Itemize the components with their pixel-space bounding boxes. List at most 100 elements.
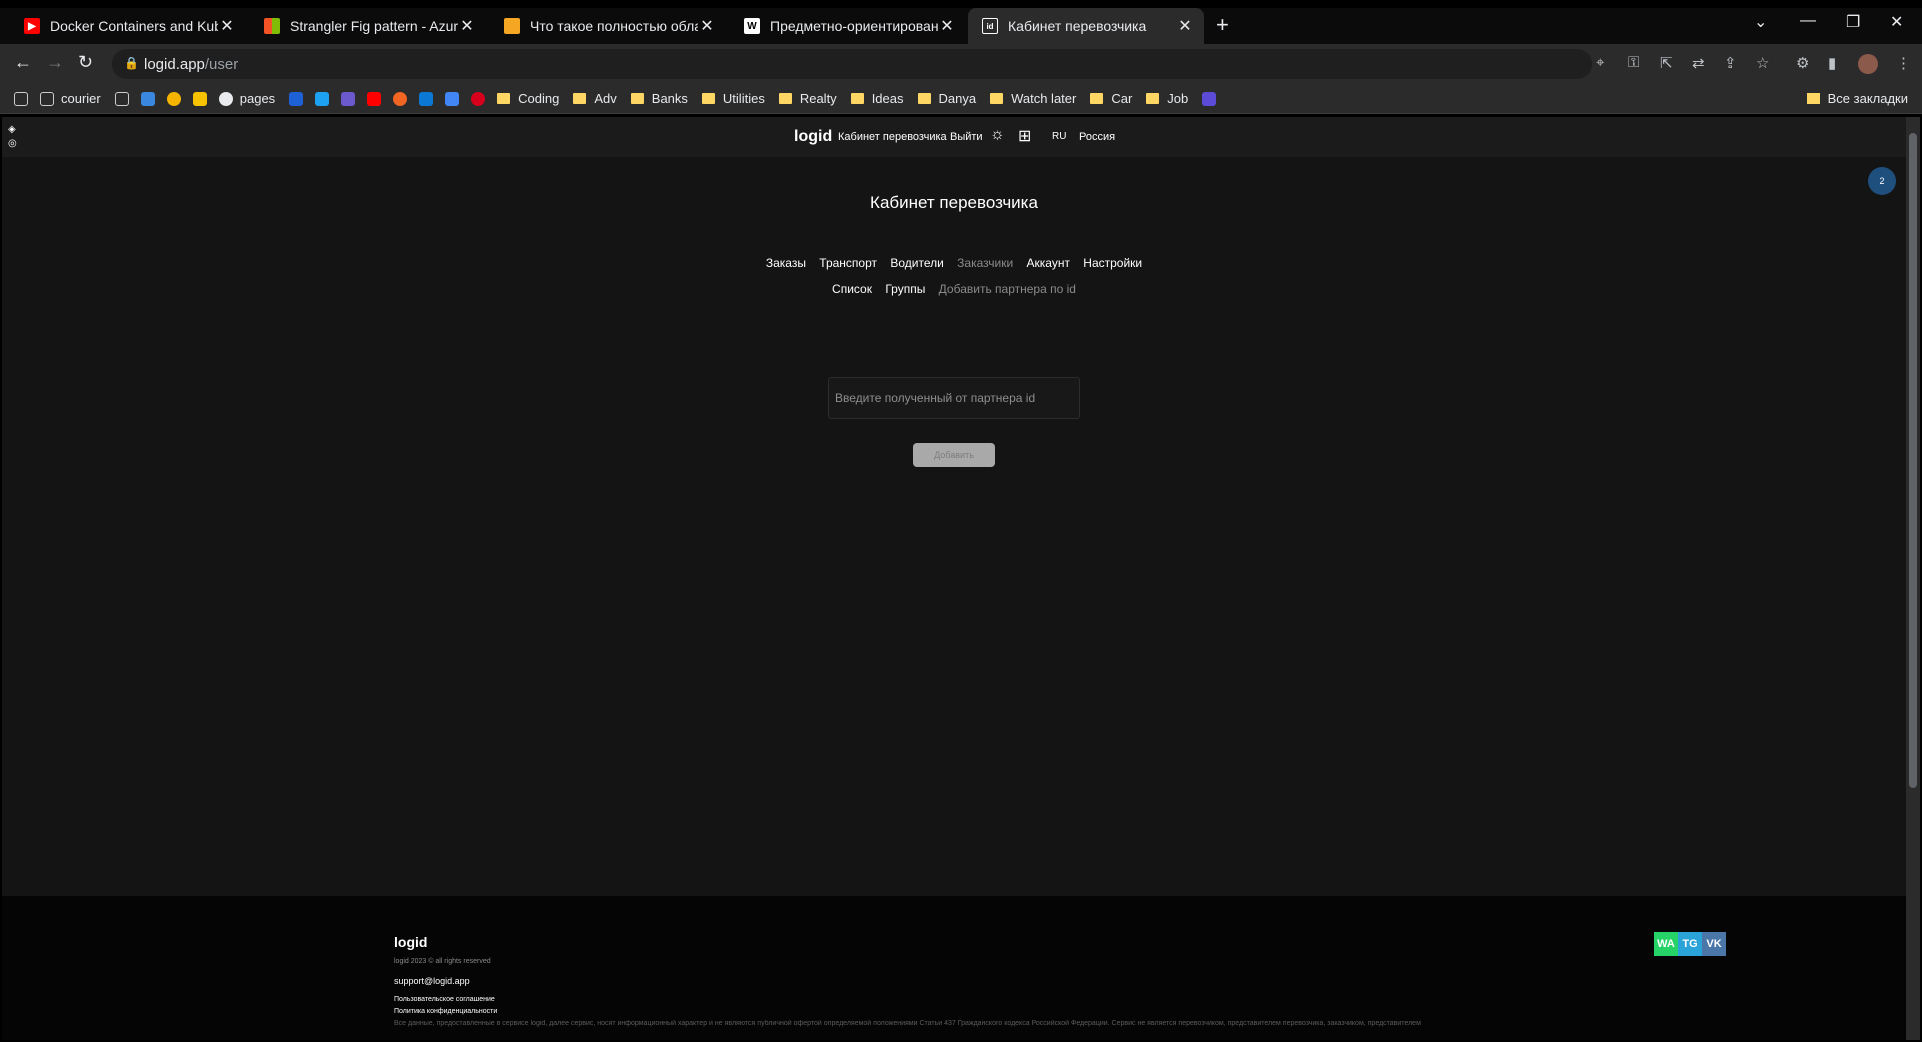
folder-icon	[850, 93, 864, 104]
bookmark[interactable]	[114, 91, 129, 106]
bookmark-label: Banks	[651, 91, 688, 106]
menu-customers-active[interactable]: Заказчики	[957, 256, 1013, 270]
scrollbar[interactable]	[1906, 117, 1920, 1040]
bookmark-folder[interactable]: Realty	[778, 91, 837, 106]
bookmark[interactable]	[140, 91, 155, 106]
notification-badge[interactable]: 2	[1868, 167, 1896, 195]
location-icon[interactable]: ⌖	[1596, 54, 1604, 71]
telegram-icon[interactable]: TG	[1678, 932, 1702, 956]
all-bookmarks[interactable]: Все закладки	[1806, 91, 1908, 106]
youtube-icon: ▶	[24, 18, 40, 34]
bookmark-folder[interactable]: Car	[1090, 91, 1132, 106]
logout-link[interactable]: Выйти	[950, 131, 983, 143]
logid-icon: id	[982, 18, 998, 34]
browser-tab[interactable]: W Предметно-ориентированное ✕	[730, 8, 966, 44]
site-icon	[289, 91, 304, 106]
restore-icon[interactable]: ❐	[1846, 12, 1860, 32]
bookmark-folder[interactable]: Adv	[573, 91, 617, 106]
bookmark-label: pages	[239, 91, 276, 106]
bookmark[interactable]	[289, 91, 304, 106]
submenu-add-partner-active[interactable]: Добавить партнера по id	[939, 282, 1076, 296]
bookmark[interactable]: pages	[218, 91, 276, 106]
theme-toggle-icon[interactable]: ☼	[990, 126, 1005, 144]
bookmark[interactable]	[341, 91, 356, 106]
bookmark[interactable]	[14, 91, 28, 106]
tab-search-icon[interactable]: ⌄	[1754, 12, 1767, 32]
bookmark[interactable]	[367, 91, 382, 106]
bookmark[interactable]	[192, 91, 207, 106]
bookmark-folder[interactable]: Danya	[917, 91, 976, 106]
bookmarks-bar: courier pages Coding Adv Banks Utilities…	[0, 84, 1922, 114]
close-icon[interactable]: ✕	[698, 16, 716, 36]
bookmark[interactable]	[315, 91, 330, 106]
submenu-list[interactable]: Список	[832, 282, 872, 296]
star-icon[interactable]: ☆	[1756, 54, 1769, 72]
side-panel-icon[interactable]: ▮	[1828, 54, 1836, 72]
folder-icon	[1146, 93, 1160, 104]
forward-icon[interactable]: →	[46, 52, 64, 73]
bookmark-folder[interactable]: Watch later	[990, 91, 1076, 106]
nav-cabinet-link[interactable]: Кабинет перевозчика	[838, 131, 947, 143]
scrollbar-thumb[interactable]	[1909, 133, 1917, 788]
translate-icon[interactable]: ⇄	[1692, 54, 1705, 72]
browser-tab-active[interactable]: id Кабинет перевозчика ✕	[968, 8, 1204, 44]
bookmark[interactable]: courier	[40, 91, 101, 106]
menu-account[interactable]: Аккаунт	[1027, 256, 1070, 270]
support-email-link[interactable]: support@logid.app	[394, 976, 470, 986]
menu-settings[interactable]: Настройки	[1083, 256, 1142, 270]
bookmark-folder[interactable]: Coding	[497, 91, 559, 106]
close-window-icon[interactable]: ✕	[1890, 12, 1903, 32]
tab-title: Что такое полностью облачная	[530, 18, 698, 34]
bookmark-folder[interactable]: Ideas	[850, 91, 904, 106]
bookmark-folder[interactable]: Utilities	[701, 91, 765, 106]
menu-transport[interactable]: Транспорт	[819, 256, 877, 270]
bookmark[interactable]	[471, 91, 486, 106]
submenu-groups[interactable]: Группы	[885, 282, 925, 296]
close-icon[interactable]: ✕	[218, 16, 236, 36]
cube-icon	[504, 18, 520, 34]
bookmark-folder[interactable]: Job	[1146, 91, 1188, 106]
terms-link[interactable]: Пользовательское соглашение	[394, 996, 495, 1003]
browser-tab[interactable]: ▶ Docker Containers and Kubernetes ✕	[10, 8, 246, 44]
bookmark[interactable]	[419, 91, 434, 106]
bookmark[interactable]	[445, 91, 460, 106]
minimize-icon[interactable]: —	[1800, 12, 1816, 30]
bookmark-label: courier	[61, 91, 101, 106]
new-tab-icon[interactable]: +	[1216, 12, 1229, 38]
site-logo[interactable]: logid	[794, 128, 832, 146]
address-bar[interactable]: 🔒 logid.app/user	[112, 49, 1592, 79]
reload-icon[interactable]: ↻	[78, 52, 93, 73]
bookmark[interactable]	[1202, 91, 1217, 106]
menu-icon[interactable]: ⋮	[1896, 54, 1911, 72]
close-icon[interactable]: ✕	[938, 16, 956, 36]
country-selector[interactable]: Россия	[1079, 131, 1115, 143]
wifi-icon: ◈	[8, 124, 16, 135]
browser-tab[interactable]: Что такое полностью облачная ✕	[490, 8, 726, 44]
vk-icon[interactable]: VK	[1702, 932, 1726, 956]
hh-icon	[471, 91, 486, 106]
bookmark[interactable]	[166, 91, 181, 106]
menu-drivers[interactable]: Водители	[890, 256, 943, 270]
partner-id-input[interactable]	[828, 377, 1080, 419]
bookmark-folder[interactable]: Banks	[630, 91, 688, 106]
share-icon[interactable]: ⇪	[1724, 54, 1737, 72]
back-icon[interactable]: ←	[14, 52, 32, 73]
menu-orders[interactable]: Заказы	[766, 256, 806, 270]
whatsapp-icon[interactable]: WA	[1654, 932, 1678, 956]
browser-tab[interactable]: Strangler Fig pattern - Azure Architectu…	[250, 8, 486, 44]
legal-disclaimer: Все данные, предоставленные в сервисе lo…	[394, 1020, 1421, 1027]
folder-icon	[1806, 93, 1820, 104]
extensions-icon[interactable]: ⚙	[1796, 54, 1809, 72]
close-icon[interactable]: ✕	[1176, 16, 1194, 36]
avatar[interactable]	[1858, 54, 1878, 74]
key-icon[interactable]: ⚿	[1628, 54, 1639, 71]
folder-icon	[630, 93, 644, 104]
bookmark[interactable]	[393, 91, 408, 106]
close-icon[interactable]: ✕	[458, 16, 476, 36]
privacy-link[interactable]: Политика конфиденциальности	[394, 1008, 497, 1015]
open-external-icon[interactable]: ⇱	[1660, 54, 1673, 72]
add-partner-button[interactable]: Добавить	[913, 443, 995, 467]
footer-logo[interactable]: logid	[394, 934, 427, 950]
grid-icon[interactable]: ⊞	[1018, 126, 1031, 146]
language-selector[interactable]: RU	[1052, 131, 1066, 142]
